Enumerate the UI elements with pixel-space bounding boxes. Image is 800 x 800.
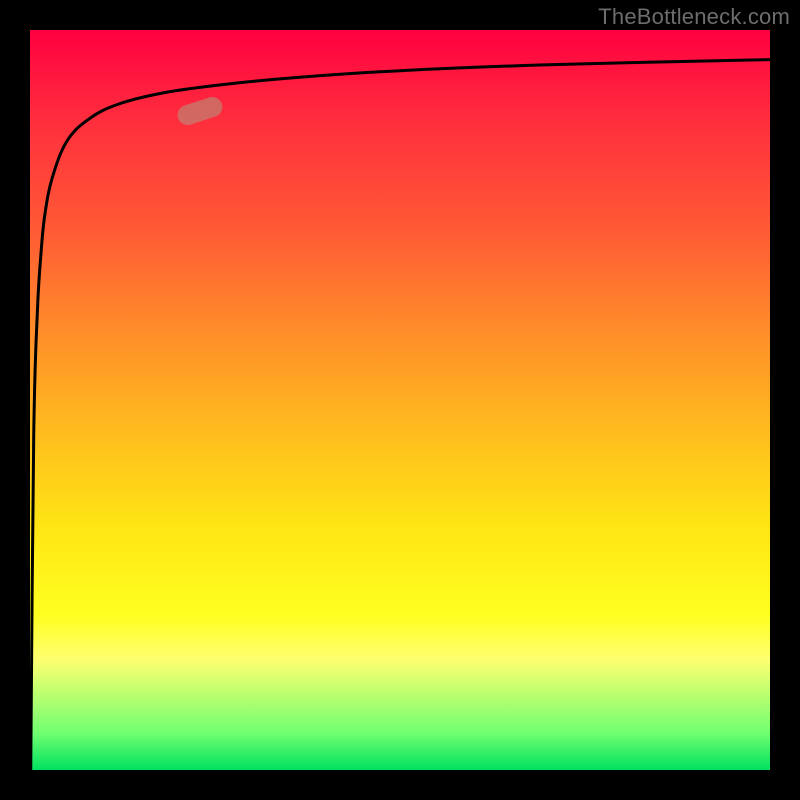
attribution-text: TheBottleneck.com (598, 4, 790, 30)
curve-layer (30, 30, 770, 770)
bottleneck-curve (31, 60, 770, 770)
chart-stage: TheBottleneck.com (0, 0, 800, 800)
